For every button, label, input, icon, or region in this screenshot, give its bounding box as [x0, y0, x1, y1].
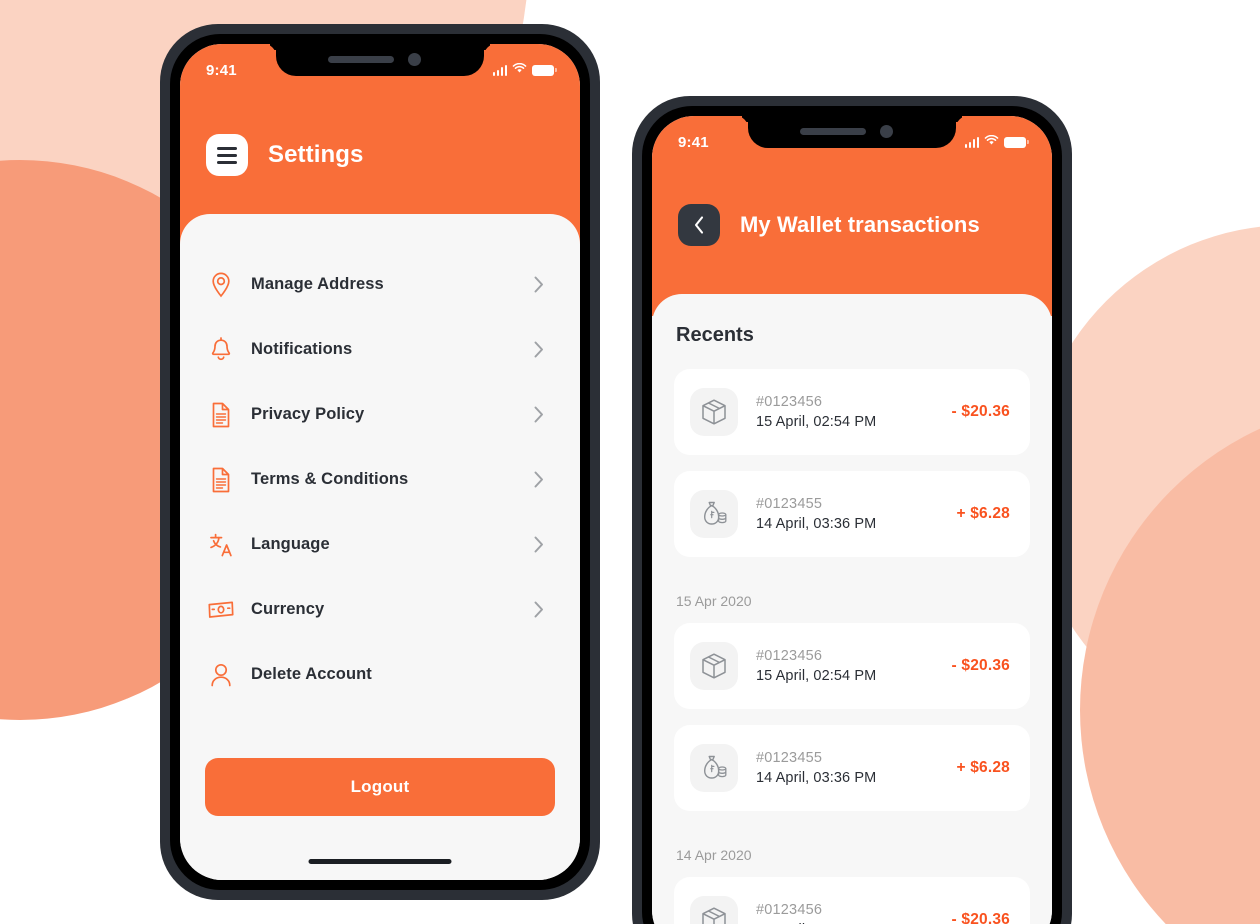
transaction-row[interactable]: #0123455 14 April, 03:36 PM + $6.28	[674, 725, 1030, 811]
chevron-right-icon	[534, 536, 548, 553]
sidebar-item-manage-address[interactable]: Manage Address	[180, 252, 580, 317]
page-title: My Wallet transactions	[740, 212, 980, 237]
notch-camera	[880, 125, 893, 138]
status-bar-time: 9:41	[206, 61, 237, 79]
money-bag-icon	[690, 744, 738, 792]
cellular-signal-icon	[492, 64, 507, 76]
status-bar-time: 9:41	[678, 133, 709, 151]
sidebar-item-language[interactable]: Language	[180, 512, 580, 577]
logout-button[interactable]: Logout	[205, 758, 555, 816]
sidebar-item-label: Manage Address	[251, 275, 384, 293]
sidebar-item-currency[interactable]: Currency	[180, 577, 580, 642]
transaction-meta: #0123455 14 April, 03:36 PM	[756, 750, 956, 786]
status-bar-icons	[492, 61, 557, 79]
phone-mockup-settings: 9:41 Settings Manage Address Notificatio…	[160, 24, 600, 900]
notch-speaker	[328, 56, 394, 63]
sidebar-item-label: Notifications	[251, 340, 353, 358]
transaction-id: #0123455	[756, 496, 823, 512]
transactions-scroll-area[interactable]: Recents #0123456 15 April, 02:54 PM - $2…	[652, 294, 1052, 924]
back-button[interactable]	[678, 204, 720, 246]
wallet-transactions-screen: 9:41 My Wallet transactions Recents #012…	[652, 116, 1052, 924]
transaction-row[interactable]: #0123456 15 April, 02:54 PM - $20.36	[674, 877, 1030, 924]
date-separator: 14 Apr 2020	[676, 847, 752, 863]
transaction-datetime: 14 April, 03:36 PM	[756, 770, 877, 786]
transaction-meta: #0123456 15 April, 02:54 PM	[756, 648, 952, 684]
hamburger-menu-icon[interactable]	[206, 134, 248, 176]
sidebar-item-label: Delete Account	[251, 665, 372, 683]
transaction-id: #0123455	[756, 750, 823, 766]
transaction-datetime: 15 April, 02:54 PM	[756, 414, 877, 430]
sidebar-item-label: Currency	[251, 600, 325, 618]
recents-heading: Recents	[676, 324, 754, 346]
transaction-id: #0123456	[756, 902, 823, 918]
settings-title-row: Settings	[206, 134, 363, 176]
transaction-row[interactable]: #0123456 15 April, 02:54 PM - $20.36	[674, 369, 1030, 455]
battery-icon	[1004, 136, 1029, 148]
banknote-icon	[208, 597, 234, 623]
battery-icon	[532, 64, 557, 76]
package-box-icon	[690, 388, 738, 436]
cellular-signal-icon	[964, 136, 979, 148]
home-indicator	[308, 859, 452, 864]
phone-notch	[276, 44, 484, 76]
package-box-icon	[690, 642, 738, 690]
bell-icon	[208, 336, 234, 363]
location-pin-icon	[208, 272, 234, 298]
transaction-id: #0123456	[756, 648, 823, 664]
notch-camera	[408, 53, 421, 66]
transaction-amount: + $6.28	[956, 505, 1010, 522]
chevron-right-icon	[534, 471, 548, 488]
chevron-right-icon	[534, 276, 548, 293]
settings-content-sheet: Manage Address Notifications Privacy Pol…	[180, 214, 580, 880]
chevron-right-icon	[534, 601, 548, 618]
sidebar-item-label: Privacy Policy	[251, 405, 365, 423]
transaction-meta: #0123455 14 April, 03:36 PM	[756, 496, 956, 532]
wifi-icon	[984, 133, 999, 151]
wifi-icon	[512, 61, 527, 79]
phone-bezel: 9:41 My Wallet transactions Recents #012…	[642, 106, 1062, 924]
chevron-right-icon	[534, 341, 548, 358]
settings-list: Manage Address Notifications Privacy Pol…	[180, 252, 580, 707]
transaction-datetime: 15 April, 02:54 PM	[756, 668, 877, 684]
phone-mockup-wallet: 9:41 My Wallet transactions Recents #012…	[632, 96, 1072, 924]
phone-notch	[748, 116, 956, 148]
sidebar-item-delete-account[interactable]: Delete Account	[180, 642, 580, 707]
sidebar-item-terms-conditions[interactable]: Terms & Conditions	[180, 447, 580, 512]
transaction-amount: - $20.36	[951, 911, 1010, 924]
sidebar-item-label: Terms & Conditions	[251, 470, 409, 488]
transaction-row[interactable]: #0123456 15 April, 02:54 PM - $20.36	[674, 623, 1030, 709]
transaction-id: #0123456	[756, 394, 823, 410]
status-bar-icons	[964, 133, 1029, 151]
settings-screen: 9:41 Settings Manage Address Notificatio…	[180, 44, 580, 880]
document-icon	[208, 402, 234, 428]
chevron-right-icon	[534, 406, 548, 423]
sidebar-item-privacy-policy[interactable]: Privacy Policy	[180, 382, 580, 447]
document-icon	[208, 467, 234, 493]
sidebar-item-label: Language	[251, 535, 330, 553]
page-title: Settings	[268, 141, 364, 168]
user-icon	[208, 662, 234, 688]
transaction-meta: #0123456 15 April, 02:54 PM	[756, 394, 952, 430]
money-bag-icon	[690, 490, 738, 538]
transaction-amount: - $20.36	[951, 657, 1010, 674]
phone-bezel: 9:41 Settings Manage Address Notificatio…	[170, 34, 590, 890]
wallet-content-sheet: Recents #0123456 15 April, 02:54 PM - $2…	[652, 294, 1052, 924]
chevron-left-icon	[694, 216, 705, 234]
wallet-title-row: My Wallet transactions	[678, 204, 980, 246]
date-separator: 15 Apr 2020	[676, 593, 752, 609]
package-box-icon	[690, 896, 738, 924]
translate-icon	[208, 532, 234, 558]
sidebar-item-notifications[interactable]: Notifications	[180, 317, 580, 382]
transaction-row[interactable]: #0123455 14 April, 03:36 PM + $6.28	[674, 471, 1030, 557]
transaction-amount: + $6.28	[956, 759, 1010, 776]
transaction-meta: #0123456 15 April, 02:54 PM	[756, 902, 952, 924]
transaction-datetime: 14 April, 03:36 PM	[756, 516, 877, 532]
notch-speaker	[800, 128, 866, 135]
transaction-amount: - $20.36	[951, 403, 1010, 420]
